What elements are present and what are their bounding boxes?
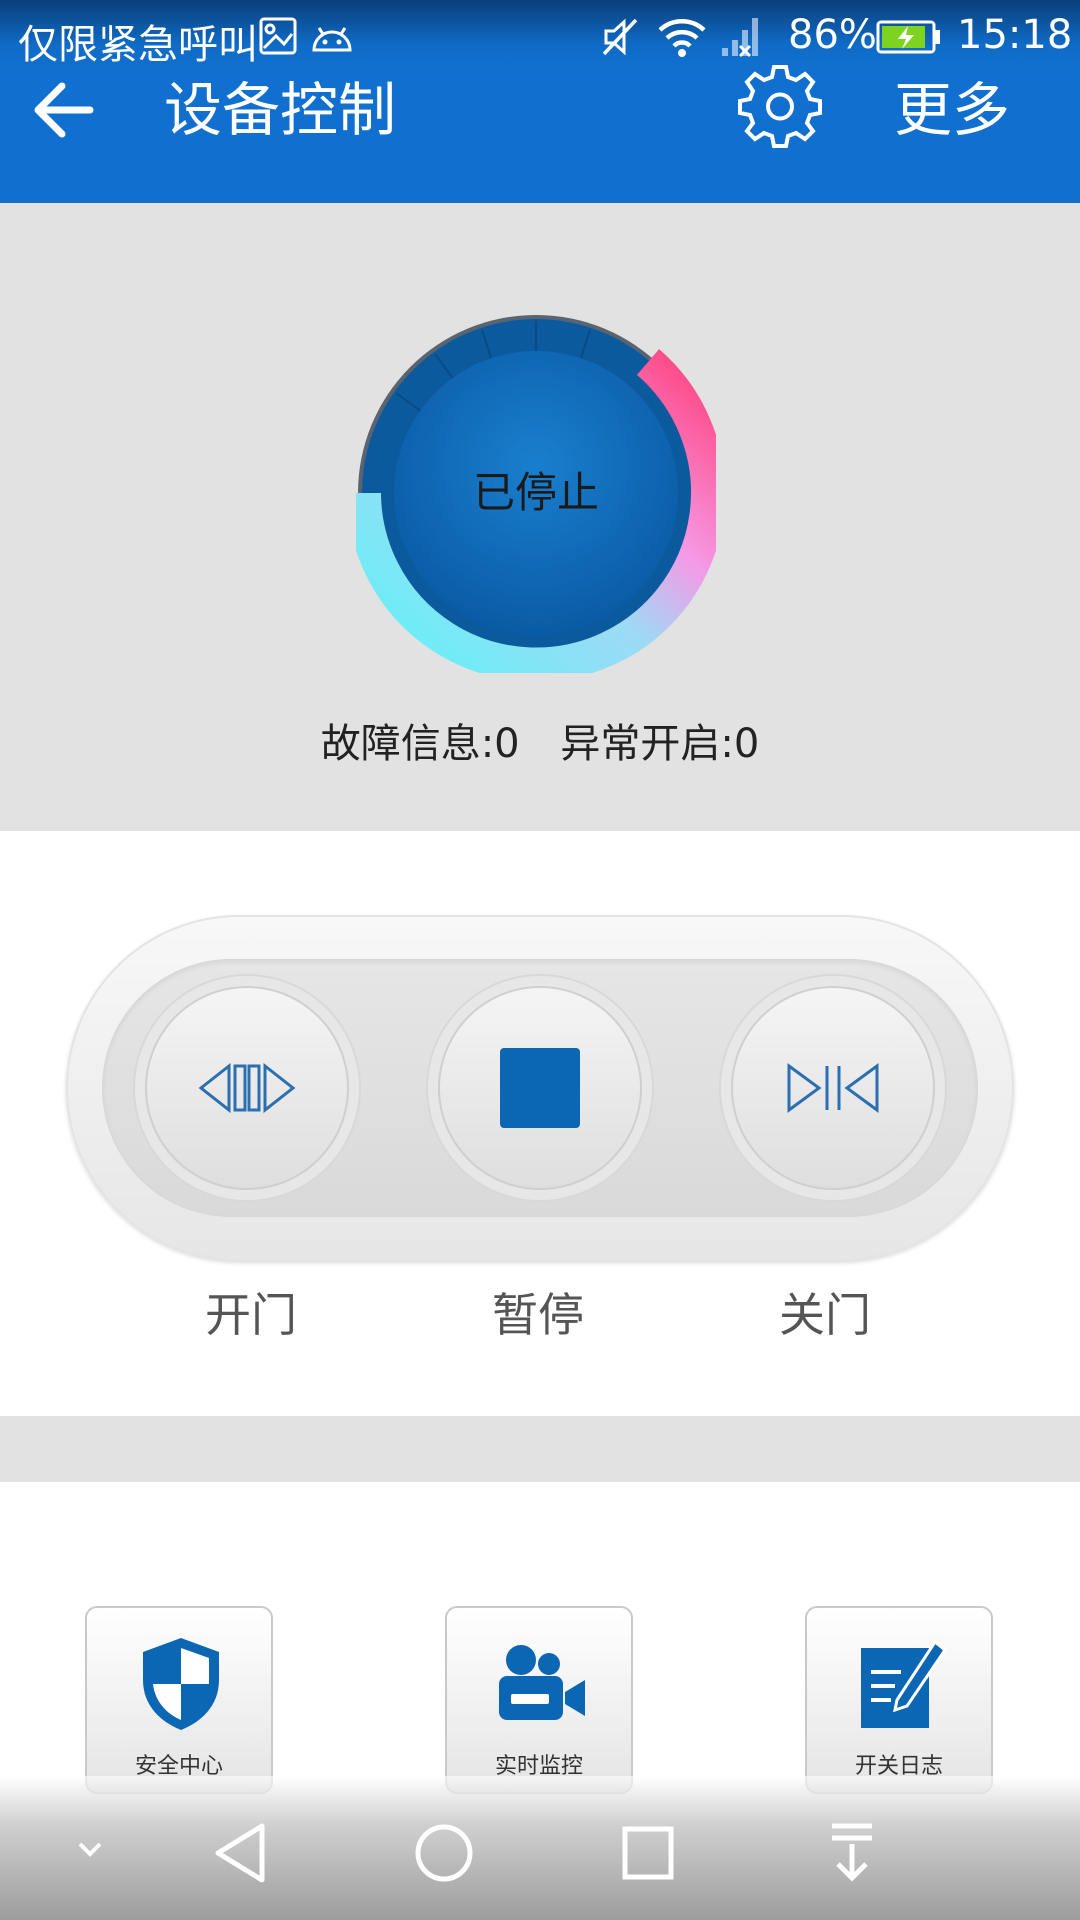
wifi-icon	[658, 19, 706, 57]
page-title: 设备控制	[164, 76, 397, 144]
arrow-left-icon	[34, 82, 94, 138]
close-door-button[interactable]	[731, 986, 935, 1190]
app-bar: 设备控制 更多	[0, 58, 1080, 203]
fault-info-count: 故障信息:0	[320, 721, 520, 767]
image-icon	[259, 17, 297, 55]
stop-square-icon	[500, 1048, 580, 1128]
more-button[interactable]: 更多	[894, 70, 1010, 150]
abnormal-open-count: 异常开启:0	[560, 721, 760, 767]
battery-charging-icon	[876, 20, 940, 54]
live-monitor-button[interactable]: 实时监控	[445, 1606, 633, 1794]
pause-button[interactable]	[438, 986, 642, 1190]
control-pill-track	[102, 959, 978, 1217]
door-control-area: 开门 暂停 关门	[0, 831, 1080, 1416]
control-pill	[66, 915, 1014, 1261]
log-edit-icon	[861, 1639, 948, 1728]
shield-icon	[143, 1638, 219, 1730]
open-door-button[interactable]	[145, 986, 349, 1190]
close-door-icon	[787, 1063, 879, 1113]
device-status-panel: 已停止 故障信息:0 异常开启:0	[0, 203, 1080, 831]
section-separator	[0, 1416, 1080, 1482]
gear-icon	[738, 65, 822, 148]
system-nav-bar	[0, 1776, 1080, 1920]
recents-square-icon[interactable]	[608, 1820, 688, 1886]
clock: 15:18	[957, 12, 1073, 58]
status-counters: 故障信息:0 异常开启:0	[0, 711, 1080, 769]
android-icon	[312, 27, 352, 52]
back-triangle-icon[interactable]	[200, 1820, 280, 1886]
back-button[interactable]	[28, 66, 108, 156]
settings-button[interactable]	[735, 60, 825, 150]
top-bar: 仅限紧急呼叫 86% 15:18 设备控制 更多	[0, 0, 1080, 203]
device-state-label: 已停止	[472, 468, 599, 517]
signal-no-sim-icon	[722, 18, 758, 58]
pause-label: 暂停	[492, 1288, 584, 1342]
video-camera-icon	[499, 1645, 585, 1720]
close-door-label: 关门	[779, 1288, 871, 1342]
battery-percent: 86%	[788, 12, 877, 58]
open-door-label: 开门	[205, 1288, 297, 1342]
notification-pull-icon[interactable]	[812, 1820, 892, 1886]
security-center-button[interactable]: 安全中心	[85, 1606, 273, 1794]
open-door-icon	[198, 1062, 296, 1114]
home-circle-icon[interactable]	[404, 1820, 484, 1886]
collapse-chevron-icon[interactable]	[50, 1820, 130, 1886]
switch-log-button[interactable]: 开关日志	[805, 1606, 993, 1794]
mute-icon	[602, 18, 638, 56]
